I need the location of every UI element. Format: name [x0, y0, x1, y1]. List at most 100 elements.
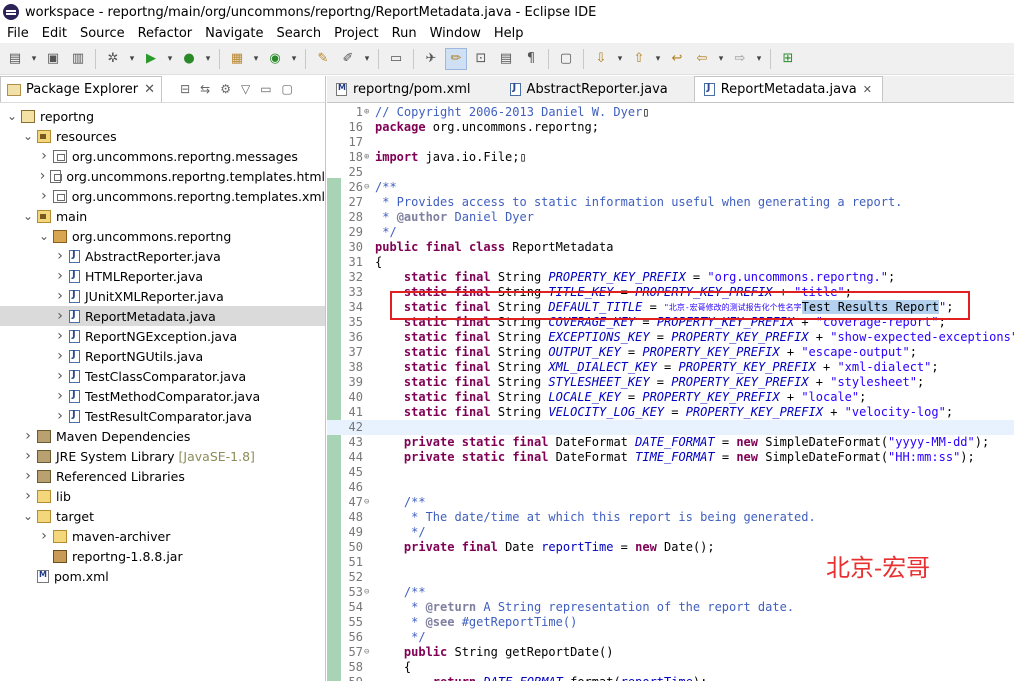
block-selection-icon[interactable]: ⊡ [470, 48, 492, 70]
code-line[interactable]: 40 static final String LOCALE_KEY = PROP… [327, 390, 1014, 405]
expand-fold-icon[interactable]: ⊕ [364, 150, 374, 165]
expand-fold-icon[interactable]: ⊕ [364, 105, 374, 120]
tree-item[interactable]: › TestResultComparator.java [0, 406, 325, 426]
code-line[interactable]: 38 static final String XML_DIALECT_KEY =… [327, 360, 1014, 375]
chevron-right-icon[interactable]: › [38, 148, 50, 164]
collapse-fold-icon[interactable]: ⊖ [364, 180, 374, 195]
filters-icon[interactable]: ⚙ [220, 82, 231, 96]
chevron-right-icon[interactable]: › [54, 248, 66, 264]
tree-item[interactable]: › JUnitXMLReporter.java [0, 286, 325, 306]
chevron-down-icon[interactable]: ⌄ [22, 129, 34, 143]
chevron-right-icon[interactable]: › [54, 288, 66, 304]
tree-item[interactable]: ⌄ main [0, 206, 325, 226]
external-tools-dropdown-icon[interactable]: ▾ [203, 48, 213, 70]
code-line[interactable]: 34 static final String DEFAULT_TITLE = "… [327, 300, 1014, 315]
code-line[interactable]: 16 package org.uncommons.reportng; [327, 120, 1014, 135]
tree-item[interactable]: ⌄ target [0, 506, 325, 526]
code-line[interactable]: 42 [327, 420, 1014, 435]
code-line[interactable]: 32 static final String PROPERTY_KEY_PREF… [327, 270, 1014, 285]
menu-project[interactable]: Project [327, 26, 384, 41]
menu-refactor[interactable]: Refactor [131, 26, 199, 41]
tree-item[interactable]: › ReportNGException.java [0, 326, 325, 346]
chevron-right-icon[interactable]: › [54, 328, 66, 344]
chevron-right-icon[interactable]: › [54, 408, 66, 424]
new-java-project-icon[interactable]: ▦ [226, 48, 248, 70]
open-type-icon[interactable]: ✎ [312, 48, 334, 70]
tree-item[interactable]: › org.uncommons.reportng.templates.xml [0, 186, 325, 206]
code-line[interactable]: 41 static final String VELOCITY_LOG_KEY … [327, 405, 1014, 420]
minimize-icon[interactable]: ▭ [260, 82, 271, 96]
menu-run[interactable]: Run [385, 26, 423, 41]
code-line[interactable]: 49 */ [327, 525, 1014, 540]
chevron-down-icon[interactable]: ⌄ [22, 509, 34, 523]
external-tools-icon[interactable]: ● [178, 48, 200, 70]
tree-item[interactable]: › Referenced Libraries [0, 466, 325, 486]
code-line[interactable]: 35 static final String COVERAGE_KEY = PR… [327, 315, 1014, 330]
chevron-right-icon[interactable]: › [22, 468, 34, 484]
run-dropdown-icon[interactable]: ▾ [165, 48, 175, 70]
chevron-right-icon[interactable]: › [38, 168, 47, 184]
pin-editor-icon[interactable]: ▢ [555, 48, 577, 70]
tree-item[interactable]: › TestClassComparator.java [0, 366, 325, 386]
code-line[interactable]: 59 return DATE_FORMAT.format(reportTime)… [327, 675, 1014, 681]
new-dropdown-icon[interactable]: ▾ [29, 48, 39, 70]
chevron-right-icon[interactable]: › [54, 268, 66, 284]
menu-file[interactable]: File [0, 26, 35, 41]
tree-item[interactable]: › ReportMetadata.java [0, 306, 325, 326]
menu-search[interactable]: Search [269, 26, 327, 41]
tree-item[interactable]: › org.uncommons.reportng.messages [0, 146, 325, 166]
last-edit-location-icon[interactable]: ↩ [666, 48, 688, 70]
forward-icon[interactable]: ⇨ [729, 48, 751, 70]
forward-dropdown-icon[interactable]: ▾ [754, 48, 764, 70]
tree-item[interactable]: ⌄ org.uncommons.reportng [0, 226, 325, 246]
previous-annotation-icon[interactable]: ⇧ [628, 48, 650, 70]
collapse-fold-icon[interactable]: ⊖ [364, 645, 374, 660]
chevron-right-icon[interactable]: › [22, 448, 34, 464]
word-wrap-icon[interactable]: ▤ [495, 48, 517, 70]
chevron-right-icon[interactable]: › [54, 388, 66, 404]
save-all-icon[interactable]: ▥ [67, 48, 89, 70]
tree-item[interactable]: ⌄ reportng [0, 106, 325, 126]
code-area[interactable]: 1 ⊕// Copyright 2006-2013 Daniel W. Dyer▯… [327, 104, 1014, 681]
tree-item[interactable]: › AbstractReporter.java [0, 246, 325, 266]
code-line[interactable]: 17 [327, 135, 1014, 150]
chevron-right-icon[interactable]: › [54, 368, 66, 384]
code-line[interactable]: 36 static final String EXCEPTIONS_KEY = … [327, 330, 1014, 345]
chevron-down-icon[interactable]: ⌄ [38, 229, 50, 243]
code-line[interactable]: 25 [327, 165, 1014, 180]
code-line[interactable]: 39 static final String STYLESHEET_KEY = … [327, 375, 1014, 390]
toggle-breadcrumb-icon[interactable]: ✈ [420, 48, 442, 70]
debug-icon[interactable]: ✲ [102, 48, 124, 70]
tree-item[interactable]: › HTMLReporter.java [0, 266, 325, 286]
new-class-dropdown-icon[interactable]: ▾ [289, 48, 299, 70]
code-line[interactable]: 46 [327, 480, 1014, 495]
chevron-right-icon[interactable]: › [54, 308, 66, 324]
tree-item[interactable]: › Maven Dependencies [0, 426, 325, 446]
editor-tab[interactable]: ReportMetadata.java ✕ [693, 76, 883, 102]
code-line[interactable]: 44 private static final DateFormat TIME_… [327, 450, 1014, 465]
collapse-all-icon[interactable]: ⊟ [180, 82, 190, 96]
code-line[interactable]: 55 * @see #getReportTime() [327, 615, 1014, 630]
new-icon[interactable]: ▤ [4, 48, 26, 70]
open-task-dropdown-icon[interactable]: ▾ [362, 48, 372, 70]
code-line[interactable]: 27 * Provides access to static informati… [327, 195, 1014, 210]
chevron-right-icon[interactable]: › [38, 188, 50, 204]
editor-tab[interactable]: AbstractReporter.java [501, 76, 694, 102]
code-line[interactable]: 18 ⊕ import java.io.File;▯ [327, 150, 1014, 165]
menu-source[interactable]: Source [73, 26, 131, 41]
code-line[interactable]: 28 * @author Daniel Dyer [327, 210, 1014, 225]
code-line[interactable]: 1 ⊕// Copyright 2006-2013 Daniel W. Dyer▯ [327, 105, 1014, 120]
terminal-icon[interactable]: ▭ [385, 48, 407, 70]
save-icon[interactable]: ▣ [42, 48, 64, 70]
menu-window[interactable]: Window [423, 26, 487, 41]
open-perspective-icon[interactable]: ⊞ [777, 48, 799, 70]
close-icon[interactable]: ✕ [144, 82, 155, 97]
run-icon[interactable]: ▶ [140, 48, 162, 70]
chevron-right-icon[interactable]: › [22, 428, 34, 444]
mark-occurrences-icon[interactable]: ✏ [445, 47, 467, 70]
open-task-icon[interactable]: ✐ [337, 48, 359, 70]
menu-navigate[interactable]: Navigate [198, 26, 269, 41]
tree-item[interactable]: ⌄ resources [0, 126, 325, 146]
code-line[interactable]: 33 static final String TITLE_KEY = PROPE… [327, 285, 1014, 300]
code-line[interactable]: 48 * The date/time at which this report … [327, 510, 1014, 525]
